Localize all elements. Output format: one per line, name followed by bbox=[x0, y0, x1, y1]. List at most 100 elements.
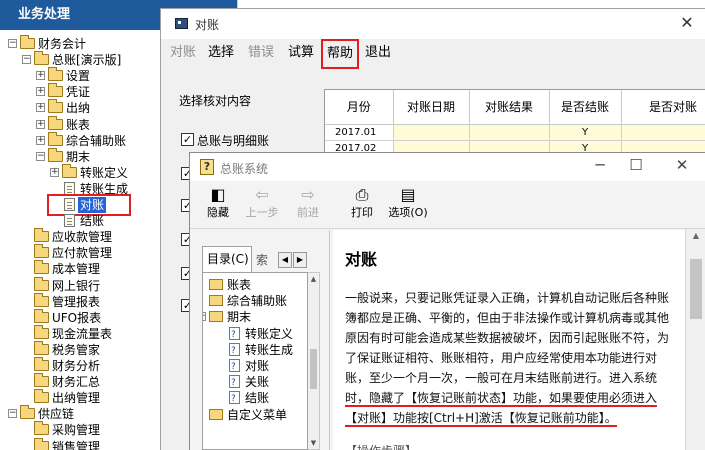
tree-item-label: 综合辅助账 bbox=[66, 133, 127, 148]
table-cell[interactable] bbox=[469, 124, 550, 141]
collapse-icon[interactable]: − bbox=[36, 151, 45, 161]
forward-arrow-icon: ⇨ bbox=[301, 185, 315, 204]
topic-title: 对账 bbox=[345, 250, 378, 269]
tab-scroll-left-icon[interactable]: ◀ bbox=[278, 252, 292, 268]
app-window-icon bbox=[175, 18, 188, 29]
tree-item-label: 网上银行 bbox=[52, 278, 101, 293]
tree-item-label: 凭证 bbox=[66, 85, 91, 100]
options-icon: ▤ bbox=[400, 185, 416, 204]
expand-icon[interactable]: + bbox=[36, 103, 45, 113]
folder-icon bbox=[20, 35, 35, 49]
tab-contents[interactable]: 目录(C) bbox=[202, 246, 252, 272]
help-topic-tree: 账表综合辅助账 − 期末转账定义转账生成对账关账结账自定义菜单 bbox=[202, 272, 308, 450]
menu-item[interactable]: 选择 bbox=[205, 43, 237, 63]
collapse-icon[interactable]: − bbox=[203, 312, 206, 322]
close-icon[interactable]: ✕ bbox=[670, 156, 694, 174]
content-scrollbar[interactable]: ▲ bbox=[685, 229, 705, 450]
menu-item[interactable]: 错误 bbox=[245, 43, 277, 63]
scroll-down-icon[interactable]: ▼ bbox=[309, 438, 318, 448]
tree-item-label: 总账[演示版] bbox=[52, 53, 122, 68]
toolbar-button-label: 上一步 bbox=[245, 206, 279, 219]
table-cell[interactable]: 2017.01 bbox=[325, 124, 394, 141]
collapse-icon[interactable]: − bbox=[8, 409, 17, 419]
column-header[interactable]: 对账结果 bbox=[469, 90, 550, 125]
help-tree-item-label: 结账 bbox=[245, 391, 270, 406]
table-row[interactable]: 2017.01 Y bbox=[325, 124, 705, 141]
minimize-icon[interactable]: ─ bbox=[588, 156, 612, 174]
expand-icon[interactable]: + bbox=[36, 87, 45, 97]
scroll-up-icon[interactable]: ▲ bbox=[686, 229, 705, 243]
paragraph-line: 原因有时可能会造成某些数据被破坏，因而引起账账不符，为 bbox=[345, 328, 687, 348]
expand-icon[interactable]: + bbox=[50, 167, 59, 177]
checkbox[interactable]: ✓ bbox=[181, 133, 194, 146]
table-cell[interactable]: Y bbox=[549, 124, 622, 141]
line-text: 账，至少一个月一次，一般可在月末结账前进行。进入系统 bbox=[345, 371, 658, 385]
toolbar-button[interactable]: ⇨ 前进 bbox=[286, 185, 330, 225]
column-header[interactable]: 是否结账 bbox=[549, 90, 622, 125]
tree-item-label: 成本管理 bbox=[52, 262, 101, 277]
scroll-thumb[interactable] bbox=[690, 259, 702, 319]
folder-icon bbox=[209, 311, 223, 323]
topic-body: 一般说来，只要记账凭证录入正确，计算机自动记账后各种账 簿都应是正确、平衡的，但由… bbox=[345, 288, 687, 428]
toolbar-button[interactable]: ⇦ 上一步 bbox=[240, 185, 284, 225]
tree-item-label: 期末 bbox=[66, 149, 91, 164]
tree-item-label: 财务汇总 bbox=[52, 375, 101, 390]
line-text: 一般说来，只要记账凭证录入正确，计算机自动记账后各种账 bbox=[345, 291, 670, 305]
table-cell[interactable] bbox=[621, 124, 705, 141]
tab-index[interactable]: 索 bbox=[254, 250, 276, 272]
tab-scroll-right-icon[interactable]: ▶ bbox=[293, 252, 307, 268]
tree-item[interactable]: 对账 bbox=[47, 194, 131, 216]
tree-item-label: 财务分析 bbox=[52, 359, 101, 373]
scroll-thumb[interactable] bbox=[310, 349, 317, 389]
menu-item[interactable]: 退出 bbox=[362, 43, 394, 63]
column-header[interactable]: 是否对账 bbox=[621, 90, 705, 125]
tree-item-label: 账表 bbox=[66, 117, 91, 132]
toolbar-button[interactable]: ◧ 隐藏 bbox=[196, 185, 240, 225]
menu-item[interactable]: 帮助 bbox=[321, 39, 360, 69]
document-icon bbox=[64, 198, 75, 211]
tree-item-label: 税务管家 bbox=[52, 342, 101, 357]
help-tree-item-label: 期末 bbox=[227, 310, 252, 325]
folder-icon bbox=[34, 389, 49, 404]
help-tree-item-label: 转账定义 bbox=[245, 326, 294, 341]
toolbar-button[interactable]: ⎙ 打印 bbox=[340, 185, 384, 225]
folder-icon bbox=[48, 83, 63, 98]
document-icon bbox=[64, 214, 75, 228]
folder-icon bbox=[34, 228, 49, 243]
help-topic-icon bbox=[229, 359, 240, 375]
folder-icon bbox=[34, 373, 49, 388]
tree-item-label: 销售管理 bbox=[52, 439, 101, 450]
line-text: 时，隐藏了【恢复记账前状态】功能，如果要使用必须进入 bbox=[345, 391, 658, 407]
tree-item-label: 现金流量表 bbox=[52, 326, 113, 341]
help-topic-icon bbox=[229, 342, 240, 359]
folder-icon bbox=[209, 408, 223, 420]
tree-item-label: 应收款管理 bbox=[52, 230, 113, 245]
menu-item[interactable]: 对账 bbox=[167, 43, 199, 63]
expand-icon[interactable]: + bbox=[36, 135, 45, 145]
tree-scrollbar[interactable]: ▲ ▼ bbox=[308, 272, 320, 450]
collapse-icon[interactable]: − bbox=[22, 55, 31, 65]
help-tree-item-label: 综合辅助账 bbox=[227, 294, 288, 309]
collapse-icon[interactable]: − bbox=[8, 39, 17, 48]
close-icon[interactable]: ✕ bbox=[677, 13, 697, 32]
help-topic-icon bbox=[229, 326, 240, 343]
expand-icon[interactable]: + bbox=[36, 119, 45, 129]
column-header[interactable]: 月份 bbox=[325, 90, 394, 125]
menu-item[interactable]: 试算 bbox=[285, 43, 317, 63]
folder-icon bbox=[34, 260, 49, 275]
help-navigation-pane: 目录(C) 索 ◀ ▶ 账表综合辅助账 − 期末转账定义转账生成对账关账结账自定义菜… bbox=[190, 230, 330, 450]
reconcile-grid[interactable]: 月份 对账日期 对账结果 是否结账 是否对账 2017.01 Y 2017.02 Y bbox=[324, 89, 705, 161]
help-window: ? 总账系统 ─ ☐ ✕ ◧ 隐藏 ⇦ 上一步 ⇨ 前进 ⎙ 打印 ▤ 选项(O) 目录(C) 索… bbox=[189, 152, 705, 450]
column-header[interactable]: 对账日期 bbox=[393, 90, 470, 125]
table-cell[interactable] bbox=[393, 124, 470, 141]
toolbar-button[interactable]: ▤ 选项(O) bbox=[386, 185, 430, 225]
toolbar-button-label: 隐藏 bbox=[207, 206, 229, 219]
maximize-icon[interactable]: ☐ bbox=[624, 156, 648, 174]
expand-icon[interactable]: + bbox=[36, 71, 45, 81]
folder-icon bbox=[34, 421, 49, 436]
toolbar-button-label: 选项(O) bbox=[388, 206, 428, 219]
folder-icon bbox=[62, 163, 77, 178]
help-app-icon: ? bbox=[200, 159, 214, 175]
grid-header-row: 月份 对账日期 对账结果 是否结账 是否对账 bbox=[325, 90, 705, 125]
scroll-up-icon[interactable]: ▲ bbox=[309, 274, 318, 284]
